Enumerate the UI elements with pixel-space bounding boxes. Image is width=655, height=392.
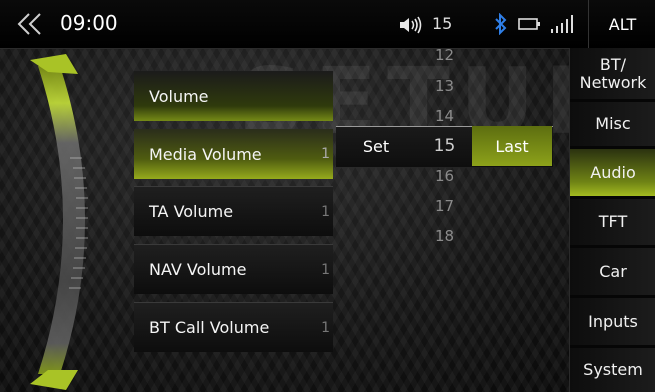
back-icon[interactable] [16, 12, 44, 36]
tab-audio[interactable]: Audio [570, 146, 655, 196]
list-item-label: TA Volume [149, 202, 234, 221]
signal-icon [551, 15, 573, 33]
list-item-media-volume[interactable]: Media Volume 1 [134, 129, 333, 179]
list-item-value: 1 [321, 146, 330, 162]
list-item-value: 1 [321, 203, 330, 220]
category-tab-rail: BT/ Network Misc Audio TFT Car Inputs Sy… [569, 48, 655, 392]
tab-system[interactable]: System [570, 345, 655, 392]
bluetooth-icon [495, 13, 507, 35]
tab-label: BT/ [599, 54, 627, 74]
list-item-bt-call-volume[interactable]: BT Call Volume 1 [134, 302, 333, 352]
speaker-icon [400, 16, 422, 34]
list-item-label: BT Call Volume [149, 318, 270, 337]
set-button[interactable]: Set [336, 126, 416, 166]
tab-label: Audio [590, 162, 636, 182]
list-header-label: Volume [149, 86, 209, 106]
tab-car[interactable]: Car [570, 245, 655, 295]
tab-bt-network[interactable]: BT/ Network [570, 48, 655, 99]
picker-option[interactable]: 16 [336, 167, 553, 185]
tab-tft[interactable]: TFT [570, 196, 655, 245]
tab-label: TFT [598, 212, 628, 231]
alt-button[interactable]: ALT [588, 0, 655, 48]
battery-icon [518, 18, 540, 30]
volume-picker[interactable]: 12 13 14 15 16 17 18 Set Last [336, 46, 553, 245]
scroll-knob-arc[interactable] [18, 48, 118, 392]
setup-screen: SETUP 09:00 15 ALT Volume Media Volume 1… [0, 0, 655, 392]
picker-option[interactable]: 13 [336, 77, 553, 95]
tab-label: Inputs [588, 311, 638, 331]
list-header-volume: Volume [134, 71, 333, 121]
tab-label: Network [579, 72, 647, 92]
list-item-nav-volume[interactable]: NAV Volume 1 [134, 244, 333, 294]
volume-level: 15 [432, 14, 453, 33]
last-button[interactable]: Last [472, 126, 552, 166]
tab-label: Misc [595, 114, 631, 133]
tab-inputs[interactable]: Inputs [570, 295, 655, 345]
list-item-value: 1 [321, 261, 330, 278]
clock: 09:00 [60, 11, 118, 35]
picker-option[interactable]: 12 [336, 46, 553, 64]
tab-misc[interactable]: Misc [570, 99, 655, 146]
list-item-label: NAV Volume [149, 260, 247, 279]
list-item-ta-volume[interactable]: TA Volume 1 [134, 186, 333, 236]
status-bar: 09:00 15 ALT [0, 0, 655, 49]
tab-label: Car [599, 261, 627, 281]
list-item-label: Media Volume [149, 144, 262, 164]
tab-label: System [583, 360, 643, 379]
list-item-value: 1 [321, 319, 330, 336]
picker-option[interactable]: 17 [336, 197, 553, 215]
picker-option[interactable]: 18 [336, 227, 553, 245]
picker-option[interactable]: 14 [336, 107, 553, 125]
